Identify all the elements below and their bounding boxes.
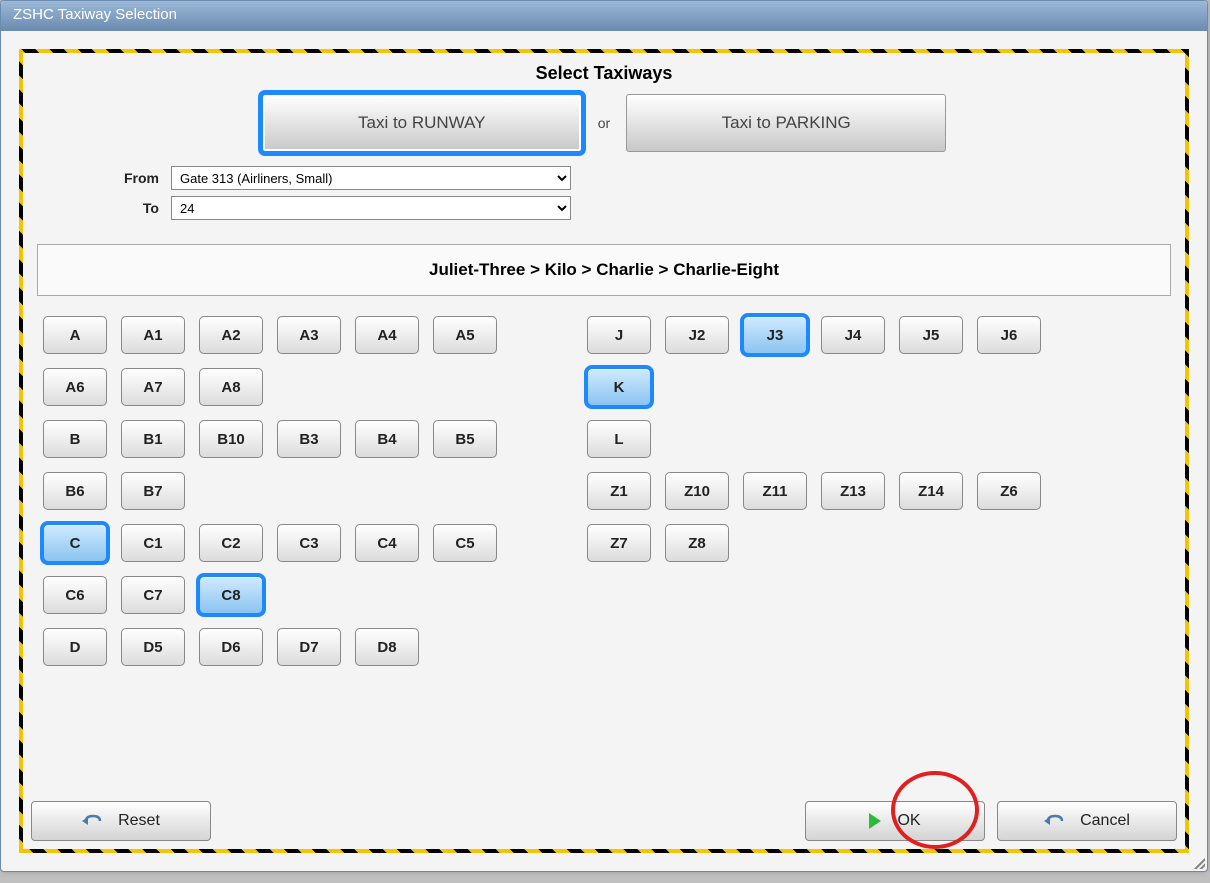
taxiway-button-b6[interactable]: B6 [43,472,107,510]
taxiway-button-a5[interactable]: A5 [433,316,497,354]
taxiway-button-z1[interactable]: Z1 [587,472,651,510]
taxiway-button-a6[interactable]: A6 [43,368,107,406]
taxiway-button-j5[interactable]: J5 [899,316,963,354]
taxiway-button-b7[interactable]: B7 [121,472,185,510]
taxiway-button-d8[interactable]: D8 [355,628,419,666]
from-select[interactable]: Gate 313 (Airliners, Small) [171,166,571,190]
to-label: To [105,200,159,216]
taxiway-button-b3[interactable]: B3 [277,420,341,458]
taxiway-button-c5[interactable]: C5 [433,524,497,562]
taxiway-button-a3[interactable]: A3 [277,316,341,354]
play-icon [869,813,881,829]
taxiway-button-a2[interactable]: A2 [199,316,263,354]
taxiway-button-c4[interactable]: C4 [355,524,419,562]
taxiway-button-c3[interactable]: C3 [277,524,341,562]
taxiway-button-d[interactable]: D [43,628,107,666]
from-label: From [105,170,159,186]
taxiway-button-c[interactable]: C [43,524,107,562]
dialog-heading: Select Taxiways [31,59,1177,94]
taxiway-button-a7[interactable]: A7 [121,368,185,406]
taxiway-button-a8[interactable]: A8 [199,368,263,406]
taxiway-button-z13[interactable]: Z13 [821,472,885,510]
taxiway-grid-right: J J2 J3 J4 J5 J6 KL Z1 Z10 Z11 Z13 Z14 Z6 Z7 Z8 [587,316,1041,666]
taxiway-button-d7[interactable]: D7 [277,628,341,666]
taxiway-button-z6[interactable]: Z6 [977,472,1041,510]
ok-button[interactable]: OK [805,801,985,841]
taxiway-button-j2[interactable]: J2 [665,316,729,354]
to-select[interactable]: 24 [171,196,571,220]
taxiway-button-z10[interactable]: Z10 [665,472,729,510]
undo-icon [82,814,102,828]
taxiway-button-a4[interactable]: A4 [355,316,419,354]
taxiway-button-b4[interactable]: B4 [355,420,419,458]
taxiway-button-a[interactable]: A [43,316,107,354]
window-titlebar[interactable]: ZSHC Taxiway Selection [1,1,1207,31]
taxiway-button-j[interactable]: J [587,316,651,354]
taxiway-button-j6[interactable]: J6 [977,316,1041,354]
route-display: Juliet-Three > Kilo > Charlie > Charlie-… [37,244,1171,296]
taxi-to-parking-button[interactable]: Taxi to PARKING [626,94,946,152]
taxiway-button-z11[interactable]: Z11 [743,472,807,510]
taxiway-button-b5[interactable]: B5 [433,420,497,458]
taxiway-button-c6[interactable]: C6 [43,576,107,614]
taxiway-button-b1[interactable]: B1 [121,420,185,458]
taxiway-button-z8[interactable]: Z8 [665,524,729,562]
back-icon [1044,814,1064,828]
taxiway-button-c8[interactable]: C8 [199,576,263,614]
taxiway-button-j3[interactable]: J3 [743,316,807,354]
taxiway-button-z14[interactable]: Z14 [899,472,963,510]
taxiway-button-d5[interactable]: D5 [121,628,185,666]
taxiway-button-c1[interactable]: C1 [121,524,185,562]
taxiway-button-l[interactable]: L [587,420,651,458]
taxiway-button-a1[interactable]: A1 [121,316,185,354]
resize-grip[interactable] [1191,855,1205,869]
taxiway-button-j4[interactable]: J4 [821,316,885,354]
taxiway-button-d6[interactable]: D6 [199,628,263,666]
taxiway-selection-window: ZSHC Taxiway Selection Select Taxiways T… [0,0,1208,872]
cancel-button[interactable]: Cancel [997,801,1177,841]
window-title: ZSHC Taxiway Selection [13,6,177,23]
reset-button[interactable]: Reset [31,801,211,841]
taxiway-button-b10[interactable]: B10 [199,420,263,458]
taxiway-button-b[interactable]: B [43,420,107,458]
or-label: or [598,115,610,131]
taxi-to-runway-button[interactable]: Taxi to RUNWAY [262,94,582,152]
taxiway-button-z7[interactable]: Z7 [587,524,651,562]
taxiway-grid-left: A A1 A2 A3 A4 A5 A6 A7 A8 B B1 B10 B3 B4 B5 B6 B7 C C1 C2 C3… [43,316,497,666]
taxiway-button-c2[interactable]: C2 [199,524,263,562]
taxiway-button-c7[interactable]: C7 [121,576,185,614]
taxiway-button-k[interactable]: K [587,368,651,406]
